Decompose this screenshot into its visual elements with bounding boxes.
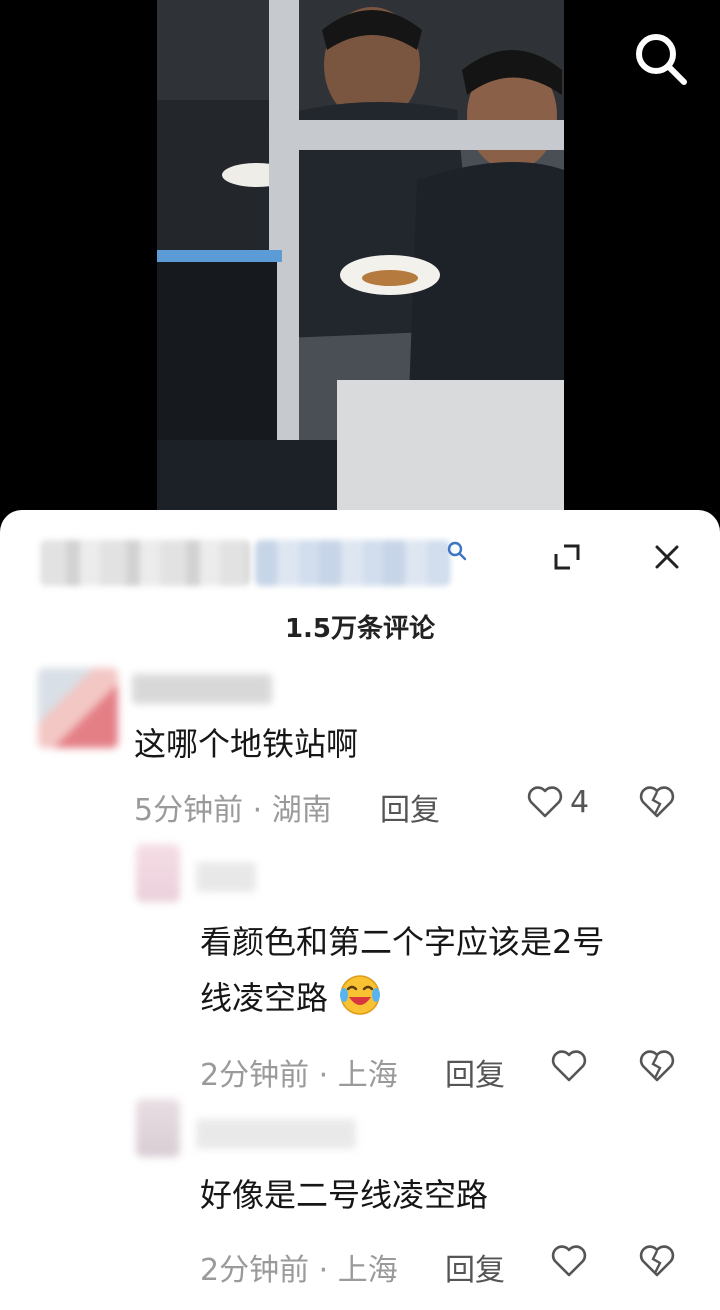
reply-button[interactable]: 回复 [445, 1245, 505, 1289]
comment-meta: 2分钟前 · 上海 [200, 1050, 398, 1094]
video-frame [157, 0, 564, 520]
blurred-related-search-term[interactable] [255, 540, 450, 586]
like-button[interactable]: 4 [526, 784, 589, 820]
dislike-button[interactable] [638, 784, 676, 824]
comment-item: 这哪个地铁站啊 5分钟前 · 湖南 回复 4 [0, 660, 720, 840]
close-icon [655, 545, 679, 569]
dislike-button[interactable] [638, 1048, 676, 1088]
comment-location: 上海 [337, 1058, 398, 1093]
expand-icon [554, 544, 580, 570]
meta-separator: · [243, 793, 272, 828]
laughing-crying-emoji-icon [340, 975, 381, 1015]
comment-count-title: 1.5万条评论 [284, 614, 436, 644]
expand-button[interactable] [552, 542, 582, 572]
broken-heart-icon [639, 1245, 675, 1277]
comment-location: 上海 [337, 1253, 398, 1288]
heart-icon [551, 1245, 587, 1277]
meta-separator: · [309, 1253, 338, 1288]
dislike-button[interactable] [638, 1243, 676, 1283]
comment-location: 湖南 [271, 793, 332, 828]
comment-text: 好像是二号线凌空路 [200, 1176, 489, 1214]
close-button[interactable] [652, 542, 682, 572]
avatar[interactable] [136, 1099, 180, 1157]
comment-text: 看颜色和第二个字应该是2号 线凌空路 [200, 914, 604, 1026]
broken-heart-icon [639, 1050, 675, 1082]
heart-icon [527, 786, 563, 818]
comment-text-line2-wrap: 线凌空路 [200, 970, 604, 1026]
username-blurred[interactable] [196, 1119, 356, 1149]
comment-meta: 2分钟前 · 上海 [200, 1245, 398, 1289]
avatar[interactable] [38, 668, 118, 748]
comment-text: 这哪个地铁站啊 [134, 725, 359, 763]
username-blurred[interactable] [196, 862, 256, 892]
reply-button[interactable]: 回复 [380, 785, 440, 829]
search-button[interactable] [628, 28, 692, 92]
heart-icon [551, 1050, 587, 1082]
comment-time: 2分钟前 [200, 1253, 310, 1288]
like-count: 4 [570, 784, 590, 820]
video-player[interactable] [0, 0, 720, 540]
reply-button[interactable]: 回复 [445, 1050, 505, 1094]
comment-text-line2: 线凌空路 [200, 979, 329, 1017]
avatar[interactable] [136, 844, 180, 902]
blurred-related-search[interactable] [40, 540, 250, 586]
video-scene-image [157, 0, 564, 520]
related-search-icon[interactable] [446, 540, 468, 562]
meta-separator: · [309, 1058, 338, 1093]
comment-time: 2分钟前 [200, 1058, 310, 1093]
broken-heart-icon [639, 786, 675, 818]
comment-meta: 5分钟前 · 湖南 [134, 785, 332, 829]
reply-comment-item: 看颜色和第二个字应该是2号 线凌空路 2分钟前 · 上海 回复 [0, 840, 720, 1100]
like-button[interactable] [550, 1243, 588, 1279]
like-button[interactable] [550, 1048, 588, 1084]
comments-sheet: 1.5万条评论 这哪个地铁站啊 5分钟前 · 湖南 回复 4 看颜色和第二个字应… [0, 510, 720, 1310]
search-icon [636, 34, 687, 85]
comment-text-line1: 看颜色和第二个字应该是2号 [200, 923, 605, 961]
sheet-header [0, 510, 720, 610]
username-blurred[interactable] [132, 674, 272, 704]
comment-time: 5分钟前 [134, 793, 244, 828]
reply-comment-item: 好像是二号线凌空路 2分钟前 · 上海 回复 [0, 1095, 720, 1310]
